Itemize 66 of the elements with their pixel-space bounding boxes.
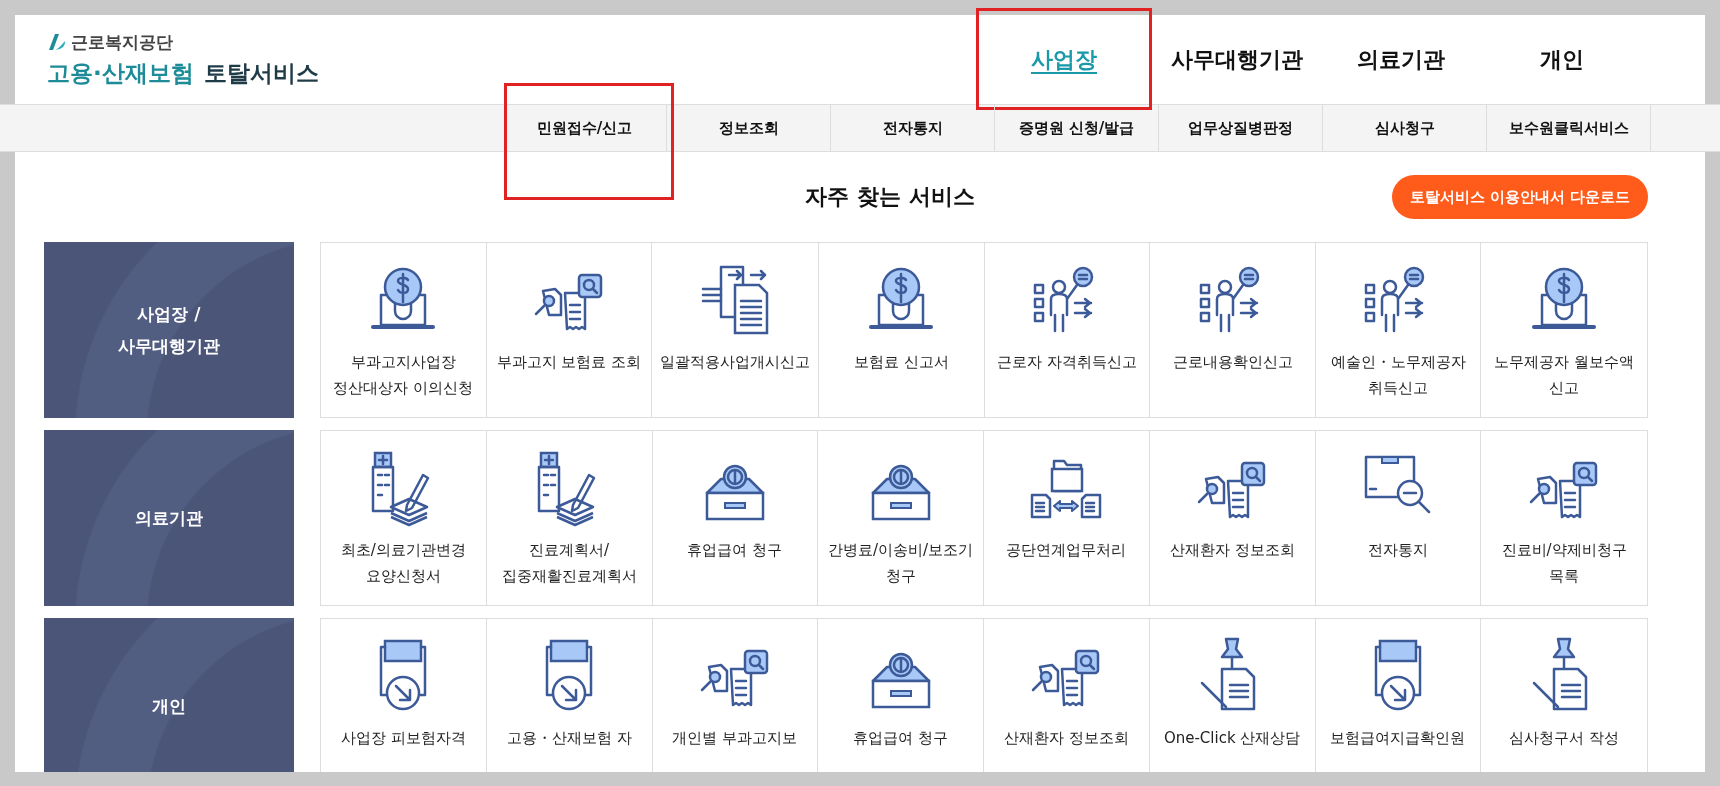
group-title: 개인 <box>152 694 186 718</box>
service-card[interactable]: 일괄적용사업개시신고 <box>652 243 820 417</box>
menu-item[interactable]: 보수원클릭서비스 <box>1487 105 1651 151</box>
service-card[interactable]: 부과고지사업장 정산대상자 이의신청 <box>321 243 487 417</box>
service-card[interactable]: 진료계획서/집중재활진료계획서 <box>486 431 653 605</box>
service-card[interactable]: 부과고지 보험료 조회 <box>486 243 653 417</box>
menu-item[interactable]: 민원접수/신고 <box>503 105 667 151</box>
service-card[interactable]: 사업장 피보험자격 <box>321 619 487 772</box>
service-label: 고용・산재보험 자 <box>505 728 633 749</box>
service-label: 부과고지사업장 정산대상자 이의신청 <box>332 352 475 400</box>
service-label: 보험급여지급확인원 <box>1329 728 1467 749</box>
service-label: 근로내용확인신고 <box>1171 352 1294 373</box>
service-card[interactable]: 근로내용확인신고 <box>1150 243 1316 417</box>
service-label: 공단연계업무처리 <box>1005 540 1128 561</box>
logo-mark-icon <box>47 32 67 52</box>
service-label: 부과고지 보험료 조회 <box>495 352 643 373</box>
service-label: 간병료/이송비/보조기 청구 <box>827 540 975 588</box>
service-card[interactable]: 산재환자 정보조회 <box>1149 431 1316 605</box>
service-card[interactable]: 심사청구서 작성 <box>1481 619 1647 772</box>
service-label: 예술인・노무제공자 취득신고 <box>1329 352 1467 400</box>
service-label: 심사청구서 작성 <box>1508 728 1620 749</box>
menu-item[interactable]: 심사청구 <box>1323 105 1487 151</box>
top-nav-tab[interactable]: 개인 <box>1480 15 1644 104</box>
service-label: 사업장 피보험자격 <box>340 728 467 749</box>
service-card[interactable]: 전자통지 <box>1315 431 1482 605</box>
group-title: 의료기관 <box>135 506 203 530</box>
service-label: 근로자 자격취득신고 <box>996 352 1138 373</box>
service-card[interactable]: 휴업급여 청구 <box>652 431 819 605</box>
service-card[interactable]: 고용・산재보험 자 <box>486 619 653 772</box>
top-nav-tab[interactable]: 의료기관 <box>1322 15 1480 104</box>
service-card[interactable]: 진료비/약제비청구 목록 <box>1481 431 1647 605</box>
service-title: 고용·산재보험 <box>47 58 194 88</box>
service-label: 휴업급여 청구 <box>852 728 949 749</box>
group-title: 사업장 / 사무대행기관 <box>118 302 220 358</box>
menu-item[interactable]: 정보조회 <box>667 105 831 151</box>
service-card[interactable]: 근로자 자격취득신고 <box>984 243 1151 417</box>
service-label: 휴업급여 청구 <box>686 540 784 561</box>
organization-name: 근로복지공단 <box>71 30 173 54</box>
service-card[interactable]: 최초/의료기관변경 요양신청서 <box>321 431 487 605</box>
service-card[interactable]: 예술인・노무제공자 취득신고 <box>1315 243 1482 417</box>
service-label: 최초/의료기관변경 요양신청서 <box>339 540 467 588</box>
service-card[interactable]: 노무제공자 월보수액 신고 <box>1481 243 1647 417</box>
service-card[interactable]: 보험료 신고서 <box>819 243 985 417</box>
service-label: 개인별 부과고지보 <box>671 728 799 749</box>
service-subtitle: 토탈서비스 <box>203 58 319 88</box>
service-card[interactable]: 공단연계업무처리 <box>984 431 1150 605</box>
top-nav-tab[interactable]: 사무대행기관 <box>1152 15 1322 104</box>
service-label: 전자통지 <box>1366 540 1429 561</box>
menu-item[interactable]: 증명원 신청/발급 <box>995 105 1159 151</box>
menu-item[interactable]: 업무상질병판정 <box>1159 105 1323 151</box>
section-title: 자주 찾는 서비스 <box>805 183 975 211</box>
service-card[interactable]: 휴업급여 청구 <box>818 619 984 772</box>
service-label: 노무제공자 월보수액 신고 <box>1493 352 1636 400</box>
service-card[interactable]: 산재환자 정보조회 <box>984 619 1150 772</box>
service-label: 진료계획서/집중재활진료계획서 <box>500 540 638 588</box>
service-label: One-Click 산재상담 <box>1162 728 1302 749</box>
service-card[interactable]: One-Click 산재상담 <box>1149 619 1316 772</box>
service-label: 보험료 신고서 <box>853 352 950 373</box>
service-label: 일괄적용사업개시신고 <box>659 352 812 373</box>
service-label: 산재환자 정보조회 <box>1003 728 1130 749</box>
service-card[interactable]: 보험급여지급확인원 <box>1315 619 1482 772</box>
menu-item[interactable]: 전자통지 <box>831 105 995 151</box>
service-card[interactable]: 개인별 부과고지보 <box>652 619 819 772</box>
service-label: 산재환자 정보조회 <box>1168 540 1296 561</box>
service-card[interactable]: 간병료/이송비/보조기 청구 <box>818 431 984 605</box>
service-label: 진료비/약제비청구 목록 <box>1500 540 1628 588</box>
